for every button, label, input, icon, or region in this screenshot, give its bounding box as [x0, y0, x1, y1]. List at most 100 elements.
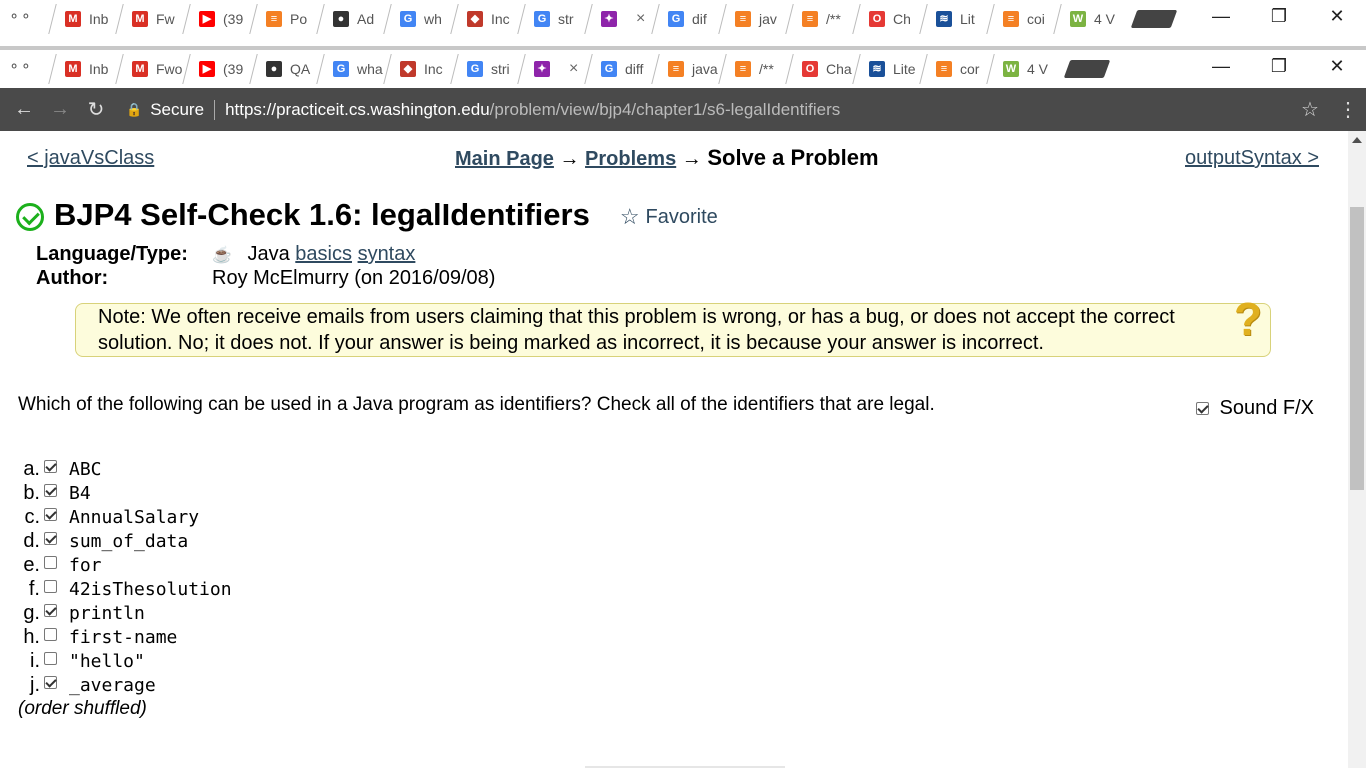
- browser-tab[interactable]: ≡ cor: [919, 54, 994, 84]
- restore-icon[interactable]: ❐: [1250, 6, 1308, 27]
- browser-tab[interactable]: ● QA: [249, 54, 324, 84]
- browser-tab[interactable]: O Cha: [785, 54, 860, 84]
- new-tab-button[interactable]: [1130, 10, 1178, 28]
- close-window-icon[interactable]: ✕: [1308, 6, 1366, 27]
- page-scrollbar[interactable]: [1348, 131, 1366, 768]
- reload-icon[interactable]: ↻: [78, 97, 114, 122]
- question-text: Which of the following can be used in a …: [18, 394, 935, 415]
- forward-icon[interactable]: →: [42, 98, 78, 121]
- tab-label: Ch: [893, 11, 911, 27]
- browser-tab[interactable]: O Ch: [852, 4, 927, 34]
- browser-tab[interactable]: Gdif: [651, 4, 726, 34]
- new-tab-button[interactable]: [1063, 60, 1111, 78]
- browser-tab[interactable]: Gwha: [316, 54, 391, 84]
- choice-checkbox[interactable]: [44, 483, 57, 497]
- sound-fx-checkbox[interactable]: [1196, 402, 1210, 415]
- browser-tab[interactable]: ≋ Lit: [919, 4, 994, 34]
- tab-label: Ad: [357, 11, 375, 27]
- browser-tab[interactable]: M Inb: [48, 4, 123, 34]
- choice-checkbox[interactable]: [44, 651, 57, 665]
- minimize-icon[interactable]: —: [1192, 56, 1250, 77]
- address-bar[interactable]: 🔒 Secure https://practiceit.cs.washingto…: [126, 99, 1290, 120]
- stackoverflow-icon: ≡: [936, 61, 952, 77]
- tag-basics-link[interactable]: basics: [295, 243, 352, 265]
- browser-tab[interactable]: M Fw: [115, 4, 190, 34]
- choice-checkbox[interactable]: [44, 603, 57, 617]
- choice-checkbox[interactable]: [44, 531, 57, 545]
- browser-tab[interactable]: ≡ /**: [718, 54, 793, 84]
- tab-label: Po: [290, 11, 308, 27]
- browser-tab[interactable]: W 4 V: [986, 54, 1061, 84]
- browser-tab[interactable]: ≡ /**: [785, 4, 860, 34]
- choice-item: d. sum_of_data: [14, 529, 232, 553]
- choice-checkbox[interactable]: [44, 579, 57, 593]
- stackoverflow-icon: ≡: [735, 11, 751, 27]
- browser-tab[interactable]: M Inb: [48, 54, 123, 84]
- browser-tab[interactable]: ◆ Inc: [450, 4, 525, 34]
- oracle-icon: O: [869, 11, 885, 27]
- browser-tab[interactable]: ≡ Po: [249, 4, 324, 34]
- browser-tab[interactable]: ≋ Lite: [852, 54, 927, 84]
- crumb-problems[interactable]: Problems: [585, 148, 676, 170]
- browser-tab[interactable]: Gdiff: [584, 54, 659, 84]
- tag-syntax-link[interactable]: syntax: [358, 243, 416, 265]
- choice-letter: j.: [30, 673, 40, 696]
- tab-label: (39: [223, 61, 244, 77]
- tab-label: wha: [357, 61, 383, 77]
- restore-icon[interactable]: ❐: [1250, 56, 1308, 77]
- favorite-button[interactable]: ☆ Favorite: [620, 204, 718, 230]
- note-text: Note: We often receive emails from users…: [98, 306, 1175, 354]
- problem-nav: < javaVsClass Main Page → Problems → Sol…: [0, 145, 1348, 175]
- browser-tab[interactable]: Gstr: [517, 4, 592, 34]
- browser-tab[interactable]: Gwh: [383, 4, 458, 34]
- choice-letter: i.: [30, 649, 40, 672]
- solved-check-icon: [16, 203, 44, 231]
- sound-fx-label: Sound F/X: [1219, 397, 1314, 419]
- browser-tab[interactable]: ✦ ×: [584, 4, 659, 34]
- crumb-main-page[interactable]: Main Page: [455, 148, 554, 170]
- author-key: Author:: [36, 267, 109, 289]
- browser-tab[interactable]: ≡ coi: [986, 4, 1061, 34]
- scroll-up-arrow-icon[interactable]: [1352, 137, 1362, 143]
- prev-problem-link[interactable]: < javaVsClass: [27, 147, 154, 170]
- browser-tab[interactable]: ● Ad: [316, 4, 391, 34]
- url-host: https://practiceit.cs.washington.edu: [225, 99, 490, 119]
- choice-checkbox[interactable]: [44, 507, 57, 521]
- choice-checkbox[interactable]: [44, 627, 57, 641]
- page-content: < javaVsClass Main Page → Problems → Sol…: [0, 131, 1348, 768]
- order-shuffled-note: (order shuffled): [18, 698, 147, 719]
- minimize-icon[interactable]: —: [1192, 6, 1250, 27]
- browser-tab[interactable]: ▶ (39: [182, 54, 257, 84]
- menu-icon[interactable]: ⋮: [1330, 97, 1366, 122]
- choice-checkbox[interactable]: [44, 675, 57, 689]
- browser-tab[interactable]: ◆ Inc: [383, 54, 458, 84]
- incognito-icon: ⚬⚬: [8, 8, 32, 24]
- choice-letter: g.: [23, 601, 40, 624]
- crumb-arrow: →: [681, 148, 702, 170]
- browser-tab[interactable]: Gstri: [450, 54, 525, 84]
- choice-checkbox[interactable]: [44, 459, 57, 473]
- browser-tab[interactable]: M Fwo: [115, 54, 190, 84]
- close-tab-icon[interactable]: ×: [636, 10, 645, 28]
- browser-tab[interactable]: ▶ (39: [182, 4, 257, 34]
- choice-checkbox[interactable]: [44, 555, 57, 569]
- scrollbar-thumb[interactable]: [1350, 207, 1364, 490]
- choice-letter: d.: [23, 529, 40, 552]
- java-icon: ☕: [212, 247, 232, 264]
- browser-tab[interactable]: ≡ java: [651, 54, 726, 84]
- sound-fx-toggle[interactable]: Sound F/X: [1196, 397, 1314, 420]
- bookmark-star-icon[interactable]: ☆: [1290, 97, 1330, 122]
- language-value: Java: [247, 243, 290, 265]
- browser-tab[interactable]: ≡ jav: [718, 4, 793, 34]
- browser-tab[interactable]: W 4 V: [1053, 4, 1128, 34]
- browser-tab[interactable]: ✦ ×: [517, 54, 592, 84]
- next-problem-link[interactable]: outputSyntax >: [1185, 147, 1319, 170]
- choice-letter: a.: [23, 457, 40, 480]
- choice-letter: h.: [23, 625, 40, 648]
- divider: [214, 99, 216, 120]
- close-tab-icon[interactable]: ×: [569, 60, 578, 78]
- back-icon[interactable]: ←: [6, 98, 42, 121]
- tab-list: M Inb M Fw ▶ (39 ≡ Po ● Ad Gwh ◆ Inc Gstr ✦ × Gdif ≡ jav ≡ /…: [48, 4, 1178, 34]
- close-window-icon[interactable]: ✕: [1308, 56, 1366, 77]
- tab-label: cor: [960, 61, 980, 77]
